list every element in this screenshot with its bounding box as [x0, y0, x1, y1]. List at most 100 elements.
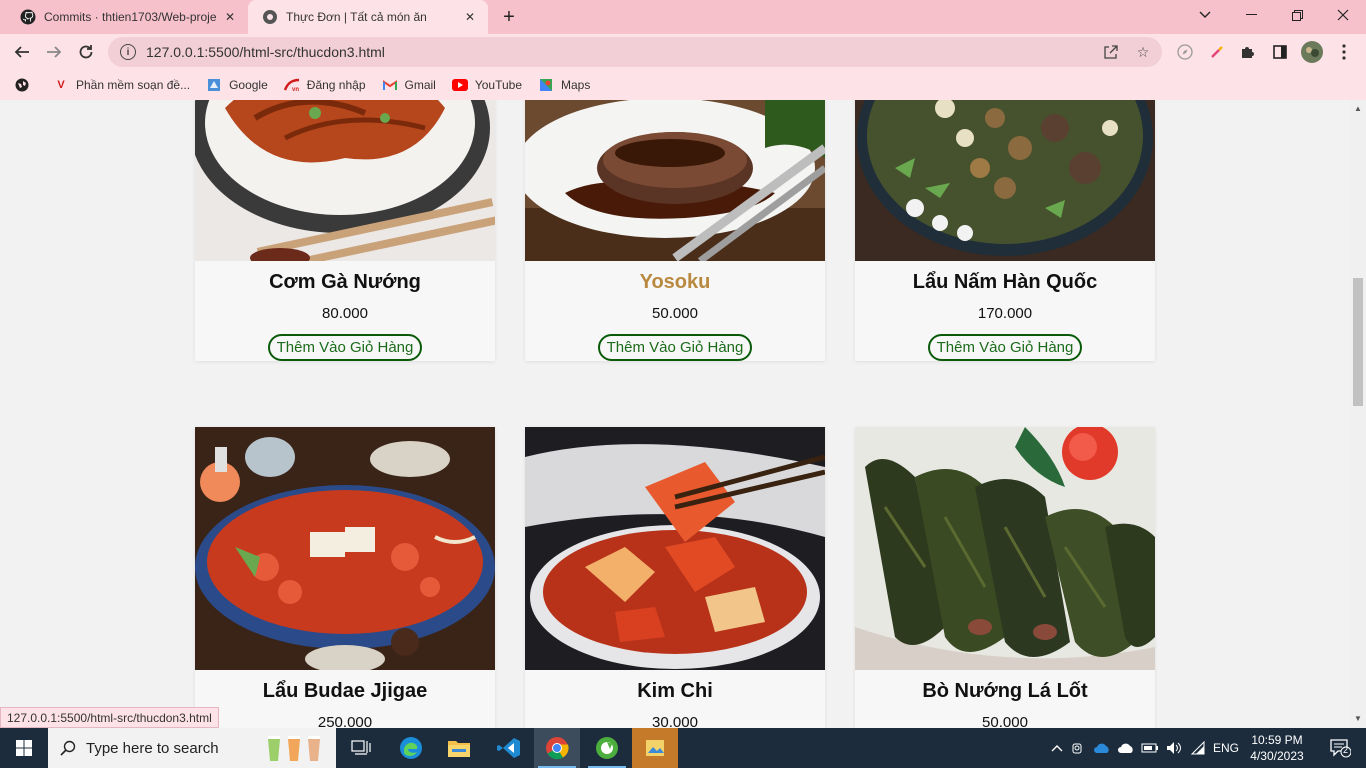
page-viewport: Cơm Gà Nướng 80.000 Thêm Vào Giỏ Hàng Yo…: [0, 100, 1350, 728]
tab-bar: Commits · thtien1703/Web-proje ✕ Thực Đơ…: [0, 0, 1366, 34]
search-placeholder: Type here to search: [86, 739, 219, 757]
bookmark-label: YouTube: [474, 78, 522, 92]
dish-image-lau-nam-han-quoc: [855, 100, 1155, 261]
bookmark-dang-nhap[interactable]: vn Đăng nhập: [283, 77, 366, 93]
taskbar-clock[interactable]: 10:59 PM 4/30/2023: [1244, 732, 1310, 764]
add-to-cart-button[interactable]: Thêm Vào Giỏ Hàng: [267, 334, 423, 361]
scroll-down-icon[interactable]: ▼: [1353, 714, 1363, 724]
dish-price: 250.000: [317, 714, 373, 728]
bookmark-gmail[interactable]: Gmail: [382, 77, 436, 93]
dish-image-com-ga-nuong: [195, 100, 495, 261]
bookmark-apps[interactable]: [14, 77, 37, 93]
notification-center-button[interactable]: 2: [1320, 728, 1360, 768]
show-hidden-icons-icon[interactable]: [1048, 744, 1066, 752]
new-tab-button[interactable]: +: [498, 6, 520, 28]
taskbar-vscode[interactable]: [486, 728, 532, 768]
edge-icon: [400, 737, 422, 759]
add-to-cart-button[interactable]: Thêm Vào Giỏ Hàng: [927, 334, 1083, 361]
taskbar-coccoc[interactable]: [584, 728, 630, 768]
notification-count-badge: 2: [1343, 745, 1349, 755]
bookmark-maps[interactable]: Maps: [538, 77, 590, 93]
svg-text:vn: vn: [292, 87, 299, 92]
dish-image-lau-budae-jjigae: [195, 427, 495, 670]
bookmark-star-icon[interactable]: ☆: [1130, 39, 1156, 65]
address-bar[interactable]: i 127.0.0.1:5500/html-src/thucdon3.html …: [108, 37, 1162, 67]
dish-name: Kim Chi: [637, 680, 713, 702]
site-info-icon[interactable]: i: [120, 44, 136, 60]
menu-card: Cơm Gà Nướng 80.000 Thêm Vào Giỏ Hàng: [195, 100, 495, 361]
dish-price: 170.000: [977, 305, 1033, 322]
search-icon: [60, 740, 76, 756]
bookmark-google[interactable]: Google: [206, 77, 268, 93]
dish-price: 50.000: [982, 714, 1028, 728]
folder-icon: [448, 741, 470, 757]
windows-logo-icon: [16, 740, 32, 756]
more-menu-icon[interactable]: [1331, 39, 1357, 65]
tab-search-chevron-icon[interactable]: [1182, 0, 1228, 30]
dish-name: Lẩu Budae Jjigae: [262, 680, 428, 702]
start-button[interactable]: [0, 728, 48, 768]
profile-avatar[interactable]: [1299, 39, 1325, 65]
dish-image-kim-chi: [525, 427, 825, 670]
windows-taskbar: Type here to search ENG 10:59 PM 4/30/20…: [0, 728, 1366, 768]
cloud-icon[interactable]: [1114, 742, 1138, 754]
task-view-button[interactable]: [338, 728, 384, 768]
restore-button[interactable]: [1274, 0, 1320, 30]
add-to-cart-button[interactable]: Thêm Vào Giỏ Hàng: [597, 334, 753, 361]
link-status-bar: 127.0.0.1:5500/html-src/thucdon3.html: [0, 707, 219, 728]
clock-time: 10:59 PM: [1251, 733, 1303, 747]
coccoc-icon: [596, 737, 618, 759]
apps-globe-icon: [14, 77, 30, 93]
taskbar-file-explorer[interactable]: [436, 728, 482, 768]
chrome-icon: [546, 737, 569, 760]
taskbar-edge[interactable]: [388, 728, 434, 768]
gmail-icon: [382, 77, 398, 93]
url-text: 127.0.0.1:5500/html-src/thucdon3.html: [146, 44, 385, 60]
side-panel-icon[interactable]: [1267, 39, 1293, 65]
menu-card: Bò Nướng Lá Lốt 50.000 Thêm Vào Giỏ Hàng: [855, 427, 1155, 728]
dish-price: 30.000: [652, 714, 698, 728]
share-icon[interactable]: [1098, 39, 1124, 65]
maps-icon: [538, 77, 554, 93]
reload-button[interactable]: [72, 38, 100, 66]
bookmarks-bar: V Phần mềm soạn đề... Google vn Đăng nhậ…: [0, 70, 1366, 100]
github-icon: [20, 9, 36, 25]
globe-icon: [262, 9, 278, 25]
volume-icon[interactable]: [1162, 741, 1186, 755]
login-icon: vn: [283, 77, 300, 93]
dish-image-yosoku: [525, 100, 825, 261]
menu-card: Lẩu Budae Jjigae 250.000 Thêm Vào Giỏ Hà…: [195, 427, 495, 728]
taskbar-app-folder-image[interactable]: [632, 728, 678, 768]
tab-thuc-don[interactable]: Thực Đơn | Tất cả món ăn ✕: [248, 0, 488, 34]
taskbar-chrome[interactable]: [534, 728, 580, 768]
forward-button[interactable]: [40, 38, 68, 66]
bookmark-youtube[interactable]: YouTube: [451, 77, 522, 93]
scroll-up-icon[interactable]: ▲: [1353, 104, 1363, 114]
close-icon[interactable]: ✕: [222, 9, 238, 25]
camera-icon[interactable]: [1066, 741, 1090, 755]
onedrive-icon[interactable]: [1090, 742, 1114, 754]
minimize-button[interactable]: [1228, 0, 1274, 30]
image-folder-icon: [646, 740, 664, 756]
tab-github-commits[interactable]: Commits · thtien1703/Web-proje ✕: [6, 0, 248, 34]
task-view-icon: [351, 740, 371, 755]
bookmark-phan-mem[interactable]: V Phần mềm soạn đề...: [53, 77, 190, 93]
clock-date: 4/30/2023: [1250, 749, 1304, 763]
close-window-button[interactable]: [1320, 0, 1366, 30]
bookmark-label: Đăng nhập: [306, 78, 366, 92]
close-icon[interactable]: ✕: [462, 9, 478, 25]
google-icon: [206, 77, 222, 93]
dish-name: Lẩu Nấm Hàn Quốc: [912, 271, 1098, 293]
back-button[interactable]: [8, 38, 36, 66]
drinks-illustration-icon: [260, 733, 330, 763]
extensions-puzzle-icon[interactable]: [1235, 39, 1261, 65]
wifi-icon[interactable]: [1186, 741, 1210, 755]
dish-price: 80.000: [322, 305, 368, 322]
battery-icon[interactable]: [1138, 742, 1162, 754]
color-picker-extension-icon[interactable]: [1204, 39, 1230, 65]
compass-extension-icon[interactable]: [1172, 39, 1198, 65]
scrollbar-thumb[interactable]: [1353, 278, 1363, 406]
taskbar-search-box[interactable]: Type here to search: [48, 728, 336, 768]
page-scrollbar[interactable]: ▲ ▼: [1350, 100, 1366, 728]
language-indicator[interactable]: ENG: [1210, 741, 1242, 755]
